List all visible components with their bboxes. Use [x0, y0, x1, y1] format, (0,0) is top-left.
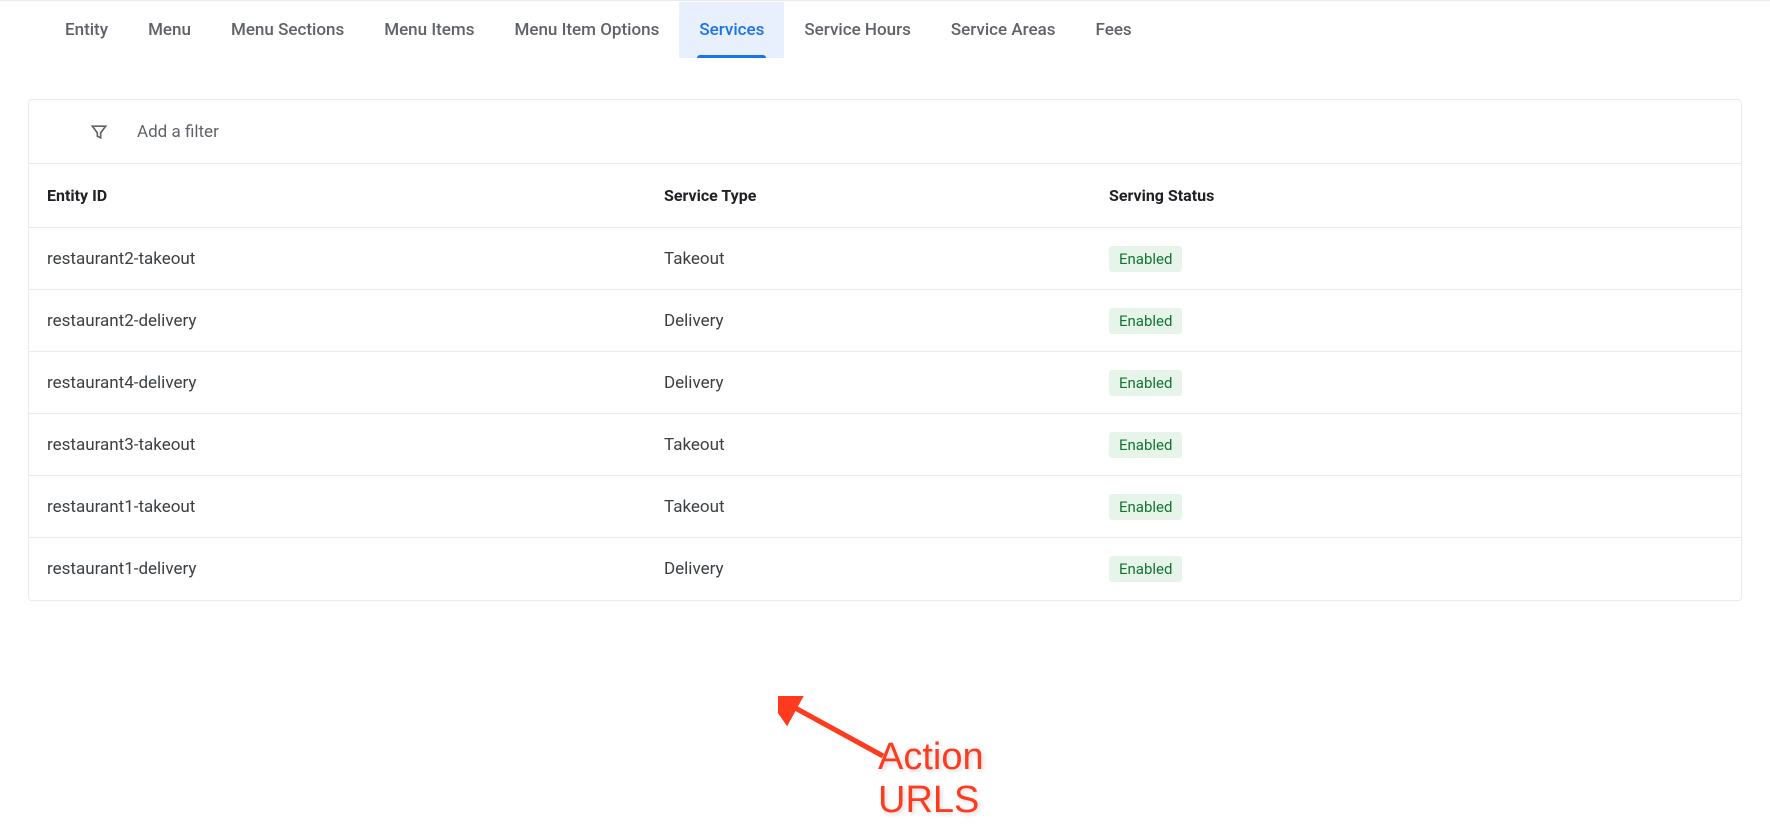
- tab-menu-sections[interactable]: Menu Sections: [211, 2, 364, 58]
- status-badge: Enabled: [1109, 370, 1182, 396]
- cell-entity-id: restaurant1-delivery: [29, 559, 664, 579]
- cell-service-type: Delivery: [664, 559, 1109, 579]
- tab-service-areas[interactable]: Service Areas: [931, 2, 1076, 58]
- cell-serving-status: Enabled: [1109, 556, 1741, 582]
- status-badge: Enabled: [1109, 432, 1182, 458]
- tab-entity[interactable]: Entity: [45, 2, 128, 58]
- cell-serving-status: Enabled: [1109, 494, 1741, 520]
- status-badge: Enabled: [1109, 494, 1182, 520]
- cell-entity-id: restaurant4-delivery: [29, 373, 664, 393]
- tab-service-hours[interactable]: Service Hours: [784, 2, 930, 58]
- annotation-text: Action URLS: [878, 736, 984, 822]
- cell-entity-id: restaurant1-takeout: [29, 497, 664, 517]
- cell-service-type: Takeout: [664, 497, 1109, 517]
- services-table: Entity ID Service Type Serving Status re…: [29, 164, 1741, 600]
- cell-service-type: Takeout: [664, 249, 1109, 269]
- tab-bar: Entity Menu Menu Sections Menu Items Men…: [0, 1, 1770, 59]
- tab-menu[interactable]: Menu: [128, 2, 211, 58]
- cell-serving-status: Enabled: [1109, 432, 1741, 458]
- status-badge: Enabled: [1109, 556, 1182, 582]
- cell-service-type: Takeout: [664, 435, 1109, 455]
- filter-icon: [89, 122, 109, 142]
- cell-service-type: Delivery: [664, 373, 1109, 393]
- cell-entity-id: restaurant3-takeout: [29, 435, 664, 455]
- table-row[interactable]: restaurant3-takeout Takeout Enabled: [29, 414, 1741, 476]
- cell-service-type: Delivery: [664, 311, 1109, 331]
- cell-serving-status: Enabled: [1109, 246, 1741, 272]
- table-header: Entity ID Service Type Serving Status: [29, 164, 1741, 228]
- tab-services[interactable]: Services: [679, 2, 784, 58]
- cell-entity-id: restaurant2-takeout: [29, 249, 664, 269]
- content-area: Add a filter Entity ID Service Type Serv…: [28, 99, 1742, 601]
- cell-entity-id: restaurant2-delivery: [29, 311, 664, 331]
- header-serving-status[interactable]: Serving Status: [1109, 186, 1741, 205]
- tab-menu-item-options[interactable]: Menu Item Options: [494, 2, 679, 58]
- status-badge: Enabled: [1109, 308, 1182, 334]
- tab-menu-items[interactable]: Menu Items: [364, 2, 494, 58]
- header-entity-id[interactable]: Entity ID: [29, 186, 664, 205]
- cell-serving-status: Enabled: [1109, 370, 1741, 396]
- table-row[interactable]: restaurant1-takeout Takeout Enabled: [29, 476, 1741, 538]
- status-badge: Enabled: [1109, 246, 1182, 272]
- table-row[interactable]: restaurant2-delivery Delivery Enabled: [29, 290, 1741, 352]
- annotation-arrow-icon: [778, 696, 898, 770]
- table-row[interactable]: restaurant4-delivery Delivery Enabled: [29, 352, 1741, 414]
- table-row[interactable]: restaurant2-takeout Takeout Enabled: [29, 228, 1741, 290]
- tab-fees[interactable]: Fees: [1076, 2, 1152, 58]
- filter-bar[interactable]: Add a filter: [29, 100, 1741, 164]
- page-wrapper: Entity Menu Menu Sections Menu Items Men…: [0, 0, 1770, 601]
- filter-placeholder: Add a filter: [137, 122, 219, 142]
- cell-serving-status: Enabled: [1109, 308, 1741, 334]
- header-service-type[interactable]: Service Type: [664, 186, 1109, 205]
- table-row[interactable]: restaurant1-delivery Delivery Enabled: [29, 538, 1741, 600]
